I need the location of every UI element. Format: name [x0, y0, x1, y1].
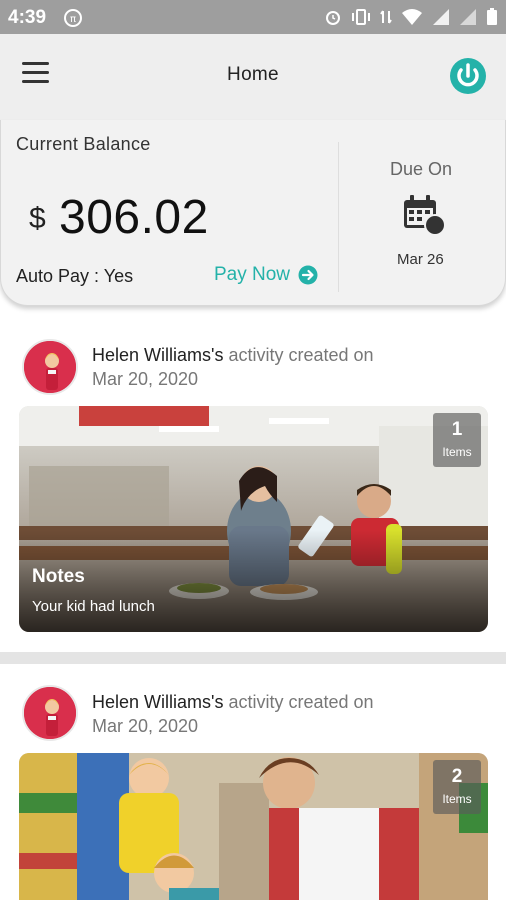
item-count-label: Items — [442, 445, 472, 459]
balance-section: Current Balance $ 306.02 Auto Pay : Yes … — [1, 120, 338, 306]
feed-separator — [0, 652, 506, 664]
signal-2-icon — [460, 9, 476, 25]
activity-author: Helen Williams's — [92, 692, 224, 712]
pay-now-button[interactable]: Pay Now — [214, 264, 318, 286]
signal-icon — [433, 9, 449, 25]
current-balance-label: Current Balance — [16, 134, 151, 154]
data-icon — [380, 10, 392, 24]
autopay-status: Auto Pay : Yes — [16, 266, 134, 286]
status-time: 4:39 — [8, 7, 47, 28]
note-title: Notes — [32, 566, 85, 587]
balance-card: Current Balance $ 306.02 Auto Pay : Yes … — [0, 120, 506, 306]
power-icon — [450, 58, 486, 94]
avatar — [22, 339, 78, 395]
currency-symbol: $ — [29, 202, 46, 235]
due-date: Mar 26 — [397, 251, 444, 268]
status-bar: 4:39 π — [0, 0, 506, 34]
note-text: Your kid had lunch — [32, 598, 155, 615]
status-icons — [324, 8, 498, 26]
activity-description: Helen Williams's activity created on Mar… — [92, 343, 374, 391]
activity-photo[interactable]: 1 Items Notes Your kid had lunch — [19, 406, 488, 632]
vibrate-icon — [352, 9, 370, 25]
item-count: 2 — [451, 766, 463, 787]
logout-button[interactable] — [448, 56, 488, 96]
balance-amount: 306.02 — [59, 191, 209, 244]
alarm-icon — [326, 11, 340, 25]
pay-now-label: Pay Now — [214, 264, 291, 285]
calendar-icon — [402, 194, 446, 241]
activity-date: Mar 20, 2020 — [92, 716, 199, 736]
page-title: Home — [227, 64, 279, 85]
item-count-badge: 1 Items — [433, 413, 481, 467]
playground-photo — [19, 753, 488, 900]
activity-photo[interactable]: 2 Items — [19, 753, 488, 900]
svg-text:π: π — [70, 14, 76, 25]
item-count-badge: 2 Items — [433, 760, 481, 814]
activity-suffix: activity created on — [223, 692, 374, 712]
battery-icon — [487, 8, 497, 25]
arrow-right-circle-icon — [298, 265, 318, 285]
wifi-icon — [402, 9, 422, 25]
activity-suffix: activity created on — [223, 345, 374, 365]
item-count-label: Items — [442, 792, 472, 806]
activity-author: Helen Williams's — [92, 345, 224, 365]
activity-description: Helen Williams's activity created on Mar… — [92, 690, 374, 738]
divider — [338, 142, 339, 292]
avatar — [22, 685, 78, 741]
item-count: 1 — [451, 419, 463, 440]
due-on-label: Due On — [390, 159, 453, 179]
activity-date: Mar 20, 2020 — [92, 369, 199, 389]
app-bar: Home — [0, 34, 506, 120]
notification-icon: π — [63, 8, 83, 33]
